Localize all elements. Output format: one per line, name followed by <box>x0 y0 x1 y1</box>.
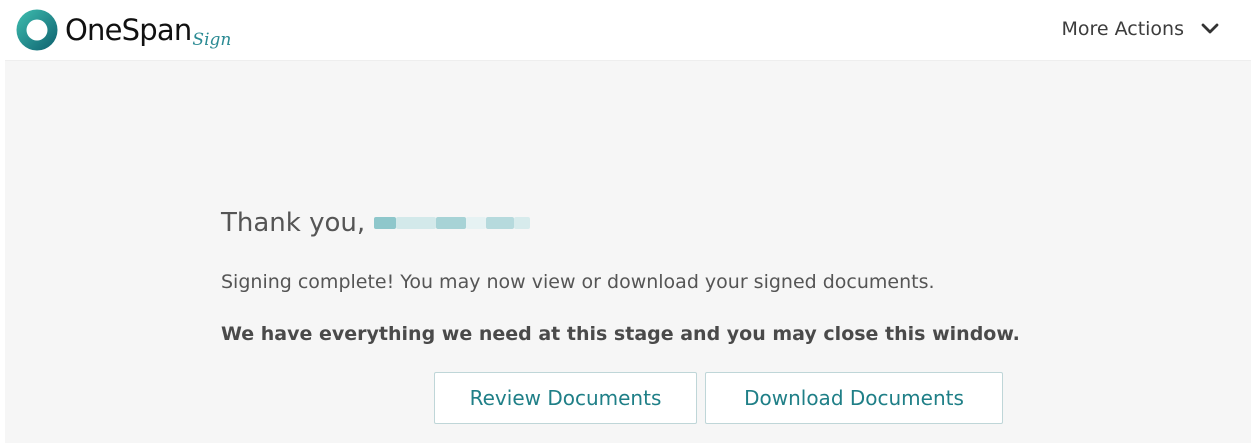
user-name-redacted <box>374 215 531 231</box>
review-documents-button[interactable]: Review Documents <box>434 372 697 424</box>
thank-you-heading: Thank you, <box>221 208 531 238</box>
top-header: OneSpan Sign More Actions <box>0 0 1251 60</box>
signing-complete-message: Signing complete! You may now view or do… <box>221 271 935 293</box>
close-window-message: We have everything we need at this stage… <box>221 323 1020 345</box>
download-documents-button[interactable]: Download Documents <box>705 372 1003 424</box>
more-actions-menu[interactable]: More Actions <box>1061 14 1219 44</box>
logo-wordmark: OneSpan <box>65 12 192 47</box>
main-content: Thank you, Signing complete! You may now… <box>5 60 1251 443</box>
logo-sign-script: Sign <box>192 30 232 50</box>
thank-you-text: Thank you, <box>221 208 366 238</box>
more-actions-label: More Actions <box>1061 18 1184 40</box>
chevron-down-icon <box>1201 23 1219 34</box>
onespan-logo-icon <box>16 9 58 51</box>
onespan-sign-logo[interactable]: OneSpan Sign <box>16 8 231 52</box>
